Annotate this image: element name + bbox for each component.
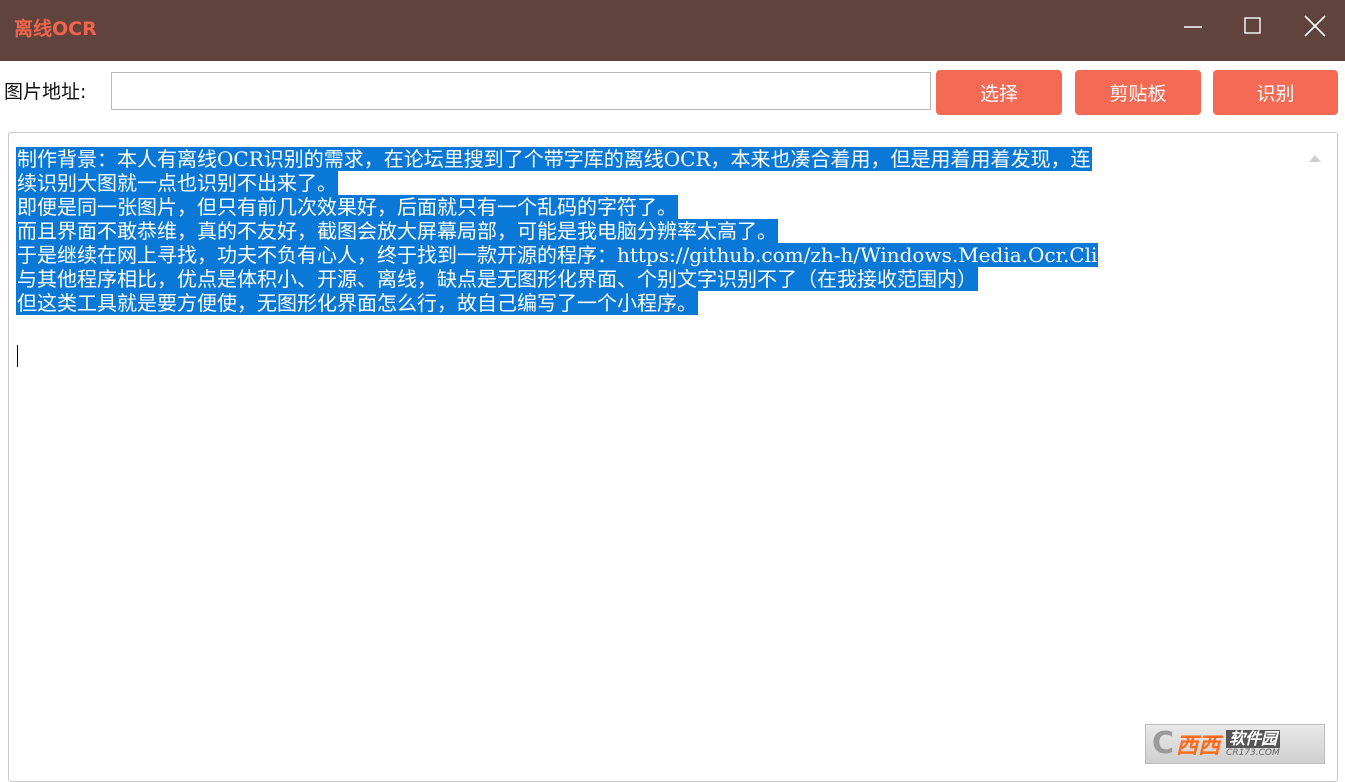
logo-c-icon: C xyxy=(1152,726,1175,761)
minimize-icon xyxy=(1184,26,1202,28)
result-line-text: 即便是同一张图片，但只有前几次效果好，后面就只有一个乱码的字符了。 xyxy=(16,195,678,219)
watermark-brand: 西西 xyxy=(1176,734,1221,759)
result-line-text: 而且界面不敢恭维，真的不友好，截图会放大屏幕局部，可能是我电脑分辨率太高了。 xyxy=(16,219,778,243)
close-icon xyxy=(1304,15,1326,37)
close-button[interactable] xyxy=(1285,0,1345,52)
result-text: 制作背景：本人有离线OCR识别的需求，在论坛里搜到了个带字库的离线OCR，本来也… xyxy=(16,147,1099,315)
watermark-right: 软件园 CR173.COM xyxy=(1226,730,1281,758)
app-title: 离线OCR xyxy=(14,18,97,40)
result-line-text: 于是继续在网上寻找，功夫不负有心人，终于找到一款开源的程序：https://gi… xyxy=(16,243,1099,267)
result-line-text: 制作背景：本人有离线OCR识别的需求，在论坛里搜到了个带字库的离线OCR，本来也… xyxy=(16,147,1092,171)
text-caret xyxy=(17,345,18,367)
result-line: 续识别大图就一点也识别不出来了。 xyxy=(16,171,1098,195)
result-line-text: 与其他程序相比，优点是体积小、开源、离线，缺点是无图形化界面、个别文字识别不了（… xyxy=(16,267,978,291)
clipboard-button[interactable]: 剪贴板 xyxy=(1075,70,1201,115)
image-path-label: 图片地址: xyxy=(4,81,87,103)
result-line: 而且界面不敢恭维，真的不友好，截图会放大屏幕局部，可能是我电脑分辨率太高了。 xyxy=(16,219,1098,243)
result-line: 即便是同一张图片，但只有前几次效果好，后面就只有一个乱码的字符了。 xyxy=(16,195,1098,219)
result-line: 但这类工具就是要方便使，无图形化界面怎么行，故自己编写了一个小程序。 xyxy=(16,291,1098,315)
watermark-soft: 软件园 xyxy=(1226,730,1281,748)
select-button[interactable]: 选择 xyxy=(936,70,1062,115)
result-line: 与其他程序相比，优点是体积小、开源、离线，缺点是无图形化界面、个别文字识别不了（… xyxy=(16,267,1098,291)
image-path-input[interactable] xyxy=(111,72,931,110)
minimize-button[interactable] xyxy=(1163,0,1223,52)
result-line: 制作背景：本人有离线OCR识别的需求，在论坛里搜到了个带字库的离线OCR，本来也… xyxy=(16,147,1098,171)
result-line: 于是继续在网上寻找，功夫不负有心人，终于找到一款开源的程序：https://gi… xyxy=(16,243,1099,267)
maximize-icon xyxy=(1244,17,1261,34)
title-bar[interactable]: 离线OCR xyxy=(0,0,1345,61)
result-textarea[interactable]: 制作背景：本人有离线OCR识别的需求，在论坛里搜到了个带字库的离线OCR，本来也… xyxy=(8,132,1338,782)
result-line-text: 但这类工具就是要方便使，无图形化界面怎么行，故自己编写了一个小程序。 xyxy=(16,291,698,315)
watermark-logo: C 西西 软件园 CR173.COM xyxy=(1145,724,1325,764)
maximize-button[interactable] xyxy=(1223,0,1283,52)
result-line-text: 续识别大图就一点也识别不出来了。 xyxy=(16,171,338,195)
scroll-up-arrow-icon[interactable] xyxy=(1309,155,1321,162)
watermark-site: CR173.COM xyxy=(1226,748,1280,758)
recognize-button[interactable]: 识别 xyxy=(1213,70,1338,115)
